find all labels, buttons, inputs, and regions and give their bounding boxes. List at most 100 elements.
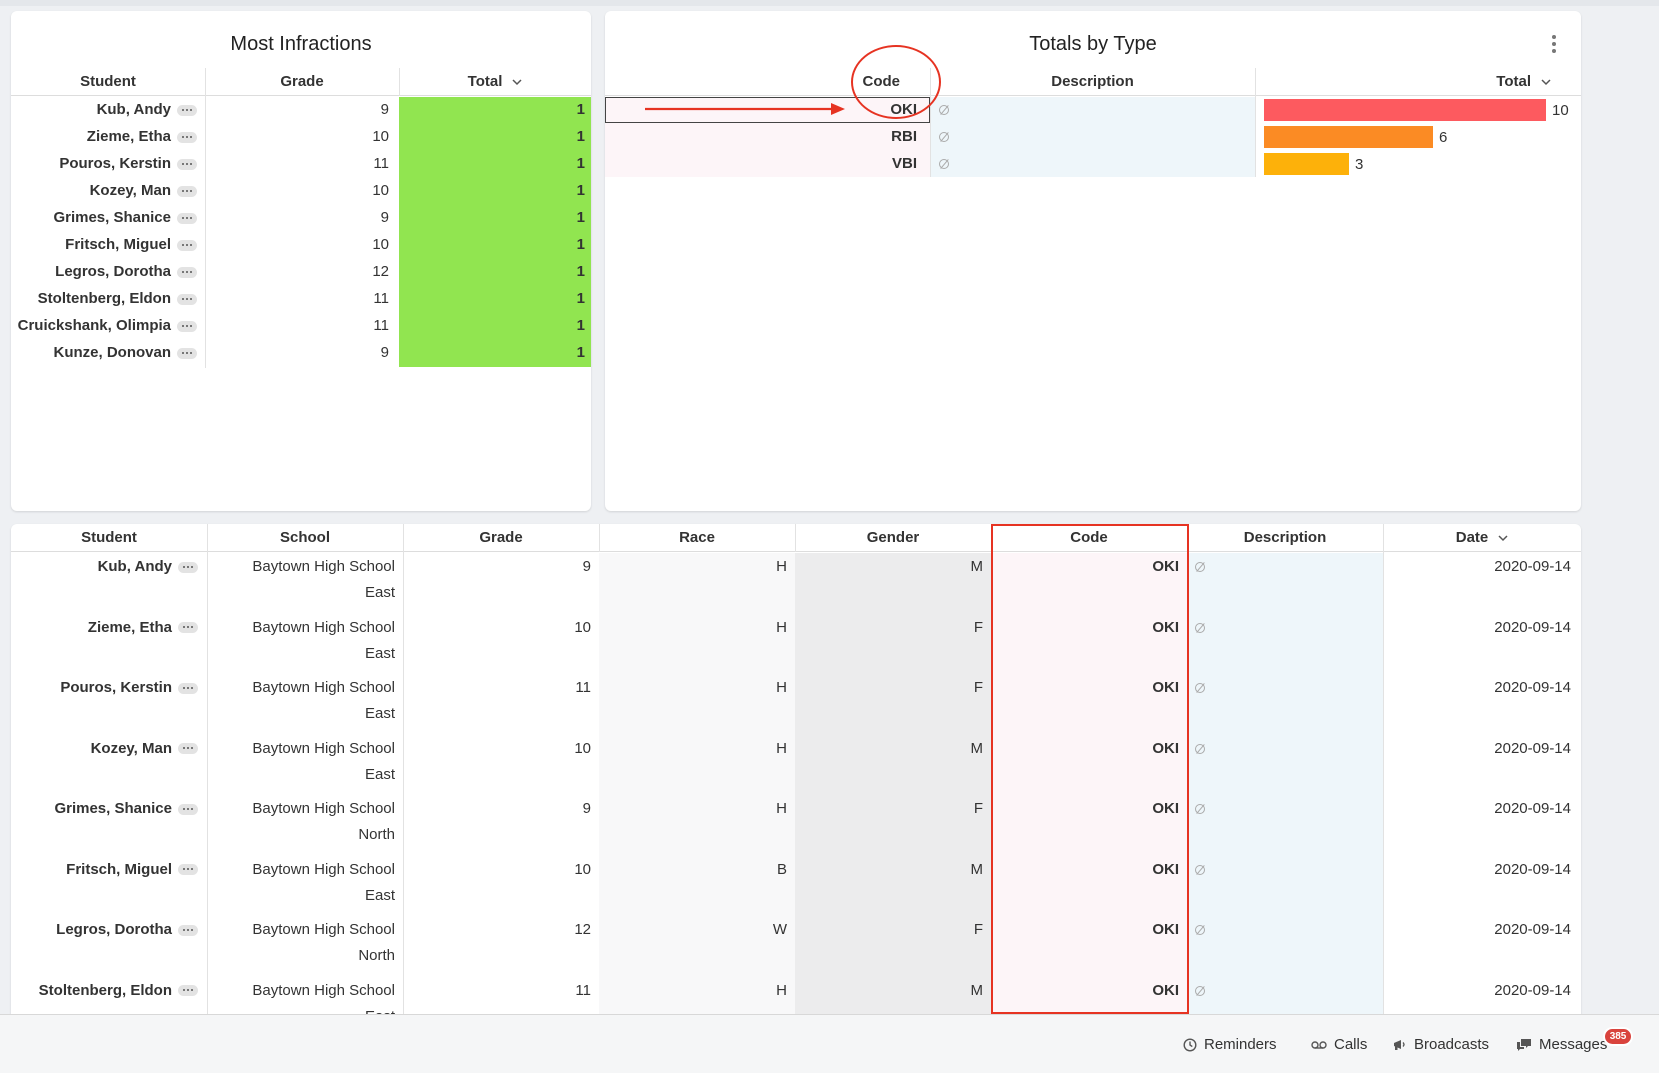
student-name[interactable]: Grimes, Shanice [54,800,172,817]
header-date[interactable]: Date [1383,524,1581,552]
description-cell [1195,557,1205,577]
student-name[interactable]: Stoltenberg, Eldon [39,982,172,999]
header-race[interactable]: Race [599,524,795,552]
header-student[interactable]: Student [11,524,207,552]
student-name[interactable]: Kub, Andy [98,558,172,575]
total-bar[interactable] [1264,153,1349,175]
table-row[interactable]: Kunze, Donovan 9 1 [11,340,591,367]
student-cell: Kunze, Donovan [11,343,197,363]
row-options-icon[interactable] [178,561,198,573]
calls-button[interactable]: Calls [1311,1036,1367,1053]
total-cell: 1 [576,236,585,253]
row-options-icon[interactable] [178,864,198,876]
grade-cell: 9 [582,800,591,817]
row-options-icon[interactable] [178,924,198,936]
header-description[interactable]: Description [930,68,1255,96]
description-cell [939,154,949,174]
student-name[interactable]: Kozey, Man [91,740,172,757]
row-options-icon[interactable] [178,743,198,755]
grade-cell: 9 [380,101,389,118]
student-name[interactable]: Zieme, Etha [88,619,172,636]
school-cell-line2: East [364,705,395,722]
null-value-icon [1195,743,1205,754]
table-row[interactable]: VBI 3 [605,151,1581,178]
row-options-icon[interactable] [177,320,197,332]
student-cell: Zieme, Etha [11,618,198,638]
table-row[interactable]: Legros, Dorotha 12 1 [11,259,591,286]
date-cell: 2020-09-14 [1494,618,1571,636]
table-row[interactable]: Grimes, Shanice Baytown High School North 9… [11,794,1581,854]
reminders-button[interactable]: Reminders [1183,1036,1277,1053]
header-grade[interactable]: Grade [205,68,399,96]
row-options-icon[interactable] [178,985,198,997]
grade-cell: 10 [574,618,591,636]
table-row[interactable]: Zieme, Etha 10 1 [11,124,591,151]
grade-cell: 12 [372,263,389,280]
student-cell: Pouros, Kerstin [11,154,197,174]
header-total[interactable]: Total [1255,68,1551,96]
table-row[interactable]: Zieme, Etha Baytown High School East 10 H F OK… [11,613,1581,673]
header-school[interactable]: School [207,524,403,552]
header-gender[interactable]: Gender [795,524,991,552]
description-cell [939,100,949,120]
description-cell [1195,678,1205,698]
table-row[interactable]: Stoltenberg, Eldon 11 1 [11,286,591,313]
table-row[interactable]: Pouros, Kerstin Baytown High School East 11… [11,673,1581,733]
table-row[interactable]: Pouros, Kerstin 11 1 [11,151,591,178]
table-row[interactable]: Fritsch, Miguel 10 1 [11,232,591,259]
student-name[interactable]: Fritsch, Miguel [66,861,172,878]
row-options-icon[interactable] [177,212,197,224]
row-options-icon[interactable] [178,682,198,694]
row-options-icon[interactable] [177,266,197,278]
student-name[interactable]: Kub, Andy [97,101,171,118]
student-name[interactable]: Kozey, Man [90,182,171,199]
table-row[interactable]: Kozey, Man 10 1 [11,178,591,205]
table-row[interactable]: Kozey, Man Baytown High School East 10 H M OKI… [11,734,1581,794]
table-row[interactable]: Legros, Dorotha Baytown High School North 1… [11,915,1581,975]
row-options-icon[interactable] [177,131,197,143]
row-options-icon[interactable] [177,293,197,305]
table-row[interactable]: Fritsch, Miguel Baytown High School East 10… [11,855,1581,915]
header-student[interactable]: Student [11,68,205,96]
row-options-icon[interactable] [177,104,197,116]
messages-button[interactable]: Messages 385 [1516,1027,1634,1053]
header-total[interactable]: Total [399,68,591,96]
student-name[interactable]: Pouros, Kerstin [59,155,171,172]
grade-cell: 11 [575,981,591,999]
null-value-icon [1195,864,1205,875]
student-name[interactable]: Cruickshank, Olimpia [18,317,171,334]
row-options-icon[interactable] [177,158,197,170]
race-cell: H [776,739,787,757]
student-cell: Stoltenberg, Eldon [11,289,197,309]
student-name[interactable]: Kunze, Donovan [53,344,171,361]
more-options-icon[interactable] [1551,35,1557,55]
school-cell: Baytown High School [252,800,395,817]
student-name[interactable]: Stoltenberg, Eldon [38,290,171,307]
column-divider [399,68,400,96]
student-name[interactable]: Grimes, Shanice [53,209,171,226]
student-name[interactable]: Fritsch, Miguel [65,236,171,253]
table-row[interactable]: RBI 6 [605,124,1581,151]
row-options-icon[interactable] [177,347,197,359]
table-row[interactable]: Grimes, Shanice 9 1 [11,205,591,232]
table-row[interactable]: Kub, Andy Baytown High School East 9 H M OKI 20… [11,552,1581,612]
null-value-icon [939,105,949,116]
student-name[interactable]: Legros, Dorotha [55,263,171,280]
row-options-icon[interactable] [177,185,197,197]
race-cell: H [776,679,787,696]
header-description[interactable]: Description [1187,524,1383,552]
student-name[interactable]: Zieme, Etha [87,128,171,145]
total-bar[interactable] [1264,99,1546,121]
student-name[interactable]: Legros, Dorotha [56,921,172,938]
student-cell: Fritsch, Miguel [11,235,197,255]
row-options-icon[interactable] [178,803,198,815]
row-options-icon[interactable] [178,622,198,634]
total-bar[interactable] [1264,126,1433,148]
table-row[interactable]: Kub, Andy 9 1 [11,97,591,124]
row-options-icon[interactable] [177,239,197,251]
broadcasts-button[interactable]: Broadcasts [1392,1036,1489,1053]
table-row[interactable]: Cruickshank, Olimpia 11 1 [11,313,591,340]
table-row[interactable]: Stoltenberg, EldonBaytown High SchoolEas… [11,976,1581,1016]
header-grade[interactable]: Grade [403,524,599,552]
student-name[interactable]: Pouros, Kerstin [60,679,172,696]
